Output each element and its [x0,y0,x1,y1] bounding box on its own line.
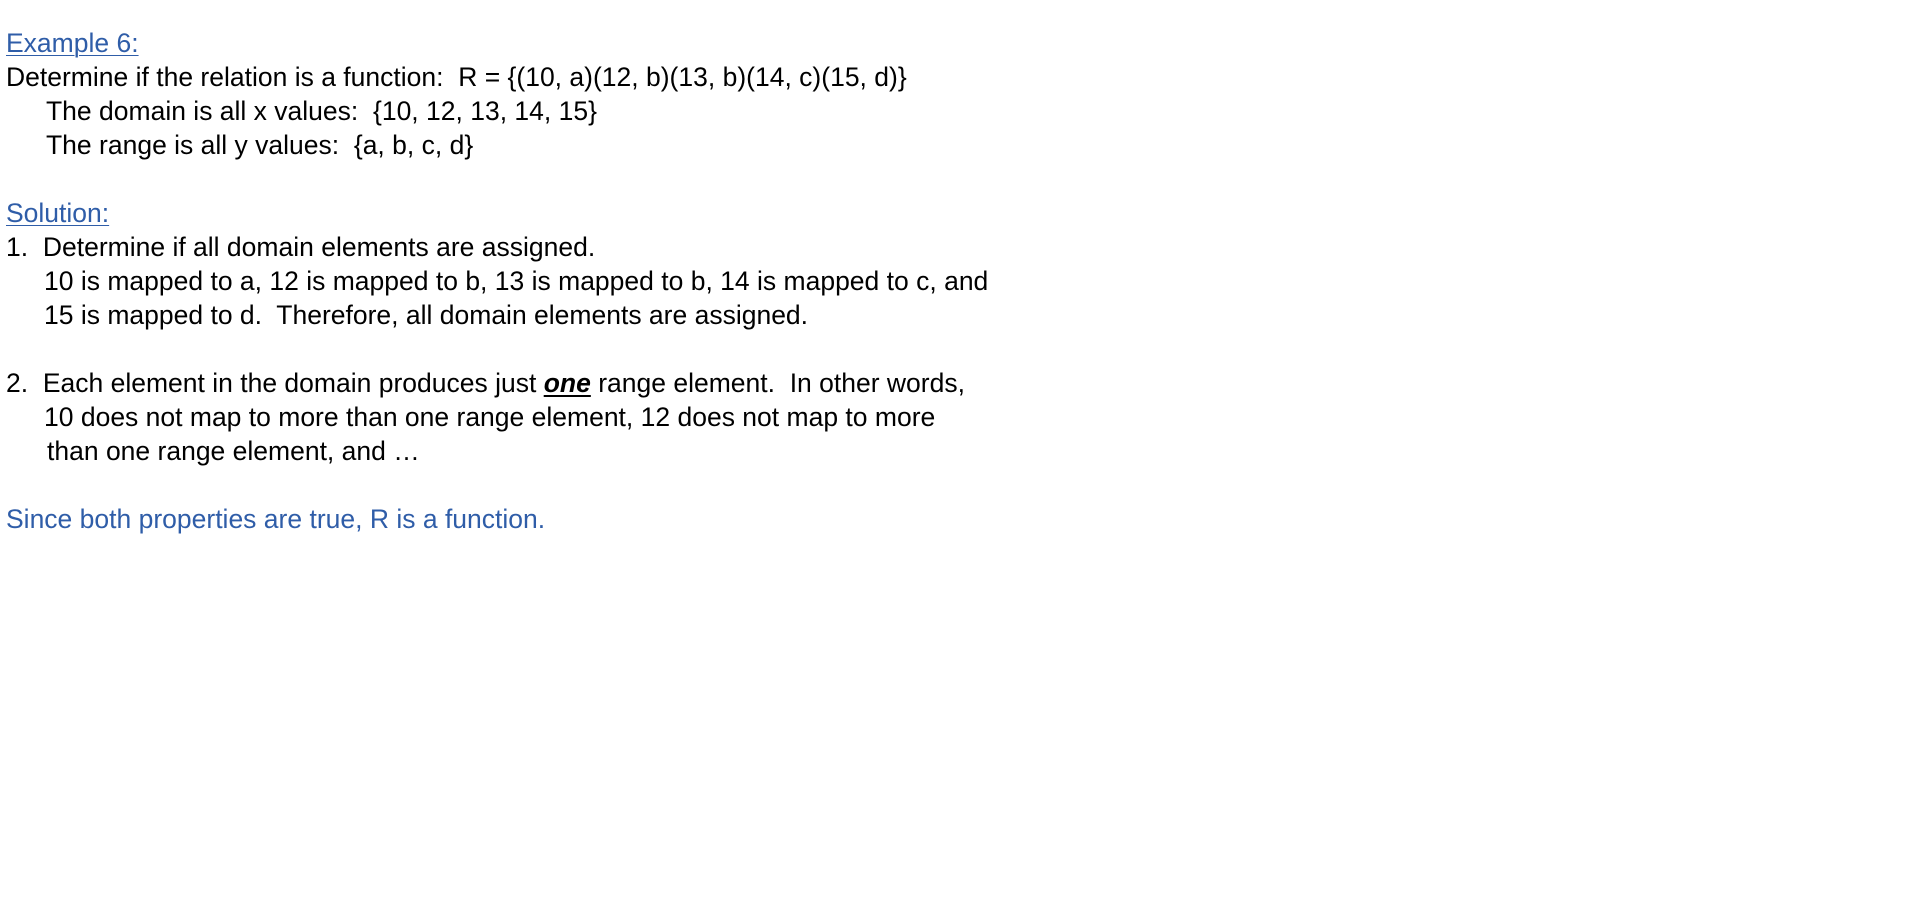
step1-title: Determine if all domain elements are ass… [42,232,596,262]
range-line: The range is all y values: {a, b, c, d} [46,130,474,160]
solution-heading: Solution: [6,198,110,228]
step1-line3: 15 is mapped to d. Therefore, all domain… [44,300,809,330]
step2-text-before: Each element in the domain produces just [42,368,544,398]
step2-number: 2. [6,368,29,398]
step2-line3: than one range element, and … [47,436,420,466]
step1-number: 1. [6,232,29,262]
domain-line: The domain is all x values: {10, 12, 13,… [46,96,597,126]
example-heading: Example 6: [6,28,139,58]
step2-text-after: range element. In other words, [590,368,965,398]
step1-title-line: 1. Determine if all domain elements are … [6,230,988,264]
example-heading-line: Example 6: [6,26,988,60]
example-prompt: Determine if the relation is a function:… [6,62,907,92]
step2-emphasis: one [543,368,591,398]
solution-heading-line: Solution: [6,196,988,230]
step2-title-line: 2. Each element in the domain produces j… [6,366,988,400]
conclusion: Since both properties are true, R is a f… [6,504,546,534]
step1-line2: 10 is mapped to a, 12 is mapped to b, 13… [44,266,989,296]
step2-line2: 10 does not map to more than one range e… [44,402,936,432]
worked-example: Example 6: Determine if the relation is … [6,26,988,536]
